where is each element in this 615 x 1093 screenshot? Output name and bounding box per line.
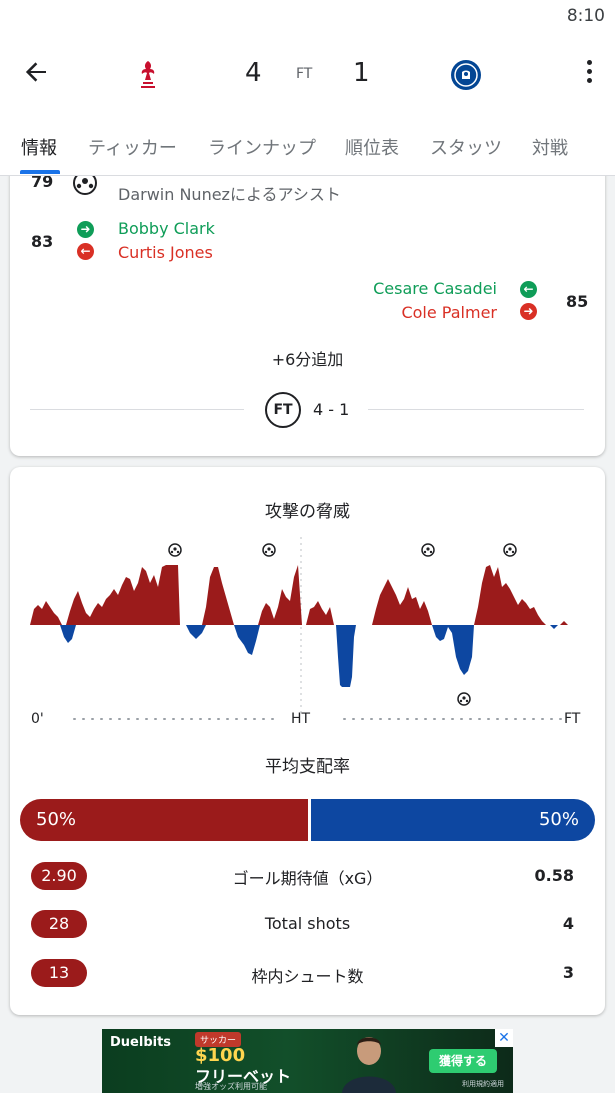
tab-standings[interactable]: 順位表 [345,134,399,160]
tab-ticker[interactable]: ティッカー [88,134,177,160]
goal-marker-icon [503,543,517,557]
back-arrow-icon[interactable] [22,58,50,86]
event-minute: 83 [31,232,54,251]
axis-half-label: HT [291,711,311,727]
goal-marker-icon [421,543,435,557]
sub-in-icon: ➜ [77,221,94,238]
more-options-icon[interactable] [585,60,593,86]
sub-out-player[interactable]: Cole Palmer [401,303,497,322]
final-badge: FT [265,392,301,428]
stat-label: ゴール期待値（xG） [232,869,383,888]
match-events-card: 79 Darwin Nunezによるアシスト 83 ➜ ← Bobby Clar… [10,150,605,456]
match-status: FT [296,66,313,82]
ad-brand: Duelbits [110,1035,172,1050]
momentum-title: 攻撃の脅威 [265,502,350,522]
ad-subtext: 増強オッズ利用可能 [195,1082,267,1091]
goal-marker-icon [262,543,276,557]
chelsea-crest-icon[interactable] [450,58,482,92]
sub-in-player[interactable]: Bobby Clark [118,219,215,238]
tab-bar: 情報 ティッカー ラインナップ 順位表 スタッツ 対戦 [0,130,615,176]
sub-out-icon: ← [77,243,94,260]
app-header: 8:10 4 FT 1 情報 ティッカー ラインナップ 順位表 スタッツ 対戦 [0,0,615,176]
stat-label: Total shots [264,914,351,933]
stats-card: 攻撃の脅威 0' HT FT 平均支配率 50% 50% 2.90 ゴール期待値… [10,467,605,1015]
possession-title: 平均支配率 [265,757,350,777]
added-time: +6分追加 [271,350,344,369]
ad-banner[interactable]: Duelbits サッカー $100 フリーベット 増強オッズ利用可能 獲得する… [102,1029,513,1093]
tab-stats[interactable]: スタッツ [430,134,502,160]
axis-start-label: 0' [31,711,44,727]
divider [30,409,244,410]
event-minute: 85 [566,292,589,311]
away-stat-value: 0.58 [534,866,574,885]
ad-note: 利用規約適用 [462,1080,504,1088]
status-time: 8:10 [566,6,605,26]
ad-close-icon[interactable]: ✕ [495,1029,513,1047]
away-score: 1 [353,58,370,88]
stat-label: 枠内シュート数 [251,967,364,986]
away-stat-value: 3 [562,963,574,982]
home-score: 4 [245,58,262,88]
sub-out-icon: ➜ [520,303,537,320]
sub-out-player[interactable]: Curtis Jones [118,243,213,262]
goal-marker-icon [457,692,471,706]
goal-marker-icon [168,543,182,557]
tab-lineups[interactable]: ラインナップ [208,134,316,160]
ad-cta-button[interactable]: 獲得する [429,1049,497,1073]
ad-person-image [342,1037,396,1093]
home-possession-bar: 50% [20,799,308,841]
home-momentum-area [30,565,568,625]
assist-text: Darwin Nunezによるアシスト [118,185,341,204]
away-stat-value: 4 [562,914,574,933]
momentum-chart [30,537,568,720]
final-score: 4 - 1 [313,400,350,419]
axis-end-label: FT [564,711,581,727]
away-momentum-area [60,625,558,687]
liverpool-crest-icon[interactable] [132,58,164,92]
tab-head-to-head[interactable]: 対戦 [532,134,568,160]
sub-in-icon: ← [520,281,537,298]
divider [368,409,584,410]
away-possession-bar: 50% [311,799,595,841]
tab-info[interactable]: 情報 [21,134,57,160]
active-tab-indicator [20,170,60,174]
sub-in-player[interactable]: Cesare Casadei [373,279,497,298]
